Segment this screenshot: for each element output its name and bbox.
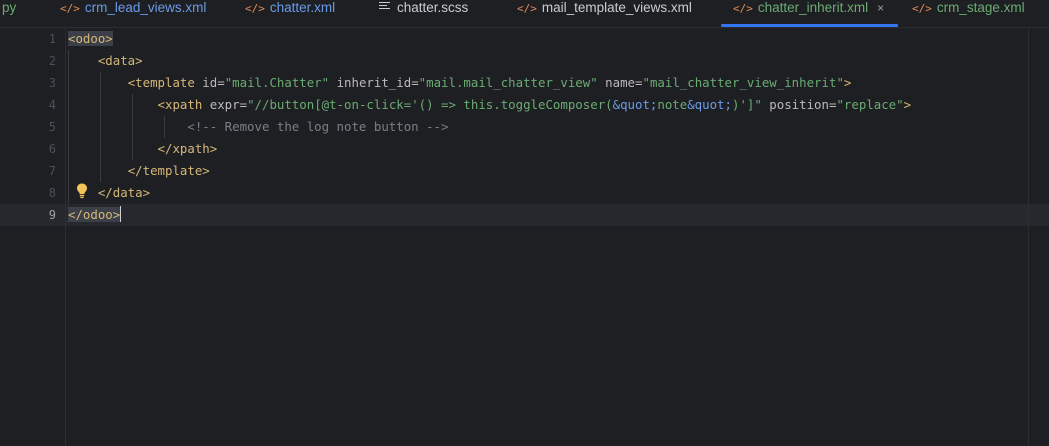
code-line-4[interactable]: <xpath expr="//button[@t-on-click='() =>… <box>68 94 912 116</box>
xml-attribute: expr= <box>209 97 248 112</box>
xml-tag: </odoo> <box>68 207 121 222</box>
xml-value: "replace" <box>836 97 904 112</box>
tab-chatter-scss[interactable]: chatter.scss <box>379 0 468 27</box>
xml-tag: > <box>903 97 912 112</box>
tab-label: chatter.xml <box>269 0 336 15</box>
tab-label: crm_lead_views.xml <box>84 0 207 15</box>
code-line-9[interactable]: </odoo> <box>68 204 122 226</box>
xml-value: "mail.mail_chatter_view" <box>418 75 598 90</box>
xml-tag: </xpath> <box>157 141 218 156</box>
editor-tab-bar: py </> crm_lead_views.xml </> chatter.xml … <box>0 0 1049 28</box>
xml-attribute: inherit_id= <box>336 75 419 90</box>
xml-tag: <xpath <box>157 97 203 112</box>
xml-value: "mail_chatter_view_inherit" <box>642 75 844 90</box>
code-brackets-icon: </> <box>245 2 265 15</box>
line-number: 5 <box>48 120 56 134</box>
close-icon[interactable]: × <box>877 1 884 15</box>
xml-value: "//button[@t-on-click='() => this.toggle… <box>247 97 613 112</box>
xml-tag: <template <box>127 75 195 90</box>
code-brackets-icon: </> <box>60 2 80 15</box>
xml-value: "mail.Chatter" <box>224 75 330 90</box>
line-number: 2 <box>48 54 56 68</box>
xml-value: note <box>657 97 688 112</box>
tab-crm-lead-views[interactable]: </> crm_lead_views.xml <box>60 0 206 27</box>
xml-tag: </data> <box>97 185 151 200</box>
tab-py[interactable]: py <box>2 0 16 27</box>
xml-tag: <odoo> <box>68 31 113 46</box>
lightbulb-icon[interactable] <box>75 182 89 200</box>
tab-label: chatter_inherit.xml <box>757 0 869 15</box>
xml-attribute: name= <box>605 75 643 90</box>
tab-chatter-inherit[interactable]: </> chatter_inherit.xml × <box>720 0 899 27</box>
line-number: 7 <box>48 164 56 178</box>
code-brackets-icon: </> <box>517 2 537 15</box>
xml-tag: > <box>843 75 852 90</box>
line-number: 6 <box>48 142 56 156</box>
code-line-3[interactable]: <template id="mail.Chatter" inherit_id="… <box>68 72 852 94</box>
code-line-5[interactable]: <!-- Remove the log note button --> <box>68 116 448 138</box>
text-lines-icon <box>379 2 390 11</box>
line-number: 3 <box>48 76 56 90</box>
line-number-current: 9 <box>48 208 56 222</box>
right-margin-guide <box>1028 28 1029 446</box>
tab-crm-stage[interactable]: </> crm_stage.xml <box>912 0 1025 27</box>
xml-comment: <!-- Remove the log note button --> <box>187 119 449 134</box>
code-brackets-icon: </> <box>733 2 753 15</box>
tab-mail-template-views[interactable]: </> mail_template_views.xml <box>517 0 692 27</box>
xml-value: )']" <box>731 97 762 112</box>
code-line-1[interactable]: <odoo> <box>68 28 113 50</box>
tab-label: chatter.scss <box>397 0 469 15</box>
code-line-2[interactable]: <data> <box>68 50 143 72</box>
line-number: 1 <box>48 32 56 46</box>
current-line-highlight <box>0 204 1049 226</box>
xml-entity: &quot; <box>612 97 658 112</box>
xml-tag: <data> <box>97 53 143 68</box>
code-brackets-icon: </> <box>912 2 932 15</box>
xml-attribute: id= <box>202 75 225 90</box>
xml-tag: </template> <box>127 163 210 178</box>
line-number: 4 <box>48 98 56 112</box>
tab-chatter-xml[interactable]: </> chatter.xml <box>245 0 335 27</box>
code-line-7[interactable]: </template> <box>68 160 210 182</box>
tab-label: py <box>2 0 17 15</box>
xml-entity: &quot; <box>687 97 732 112</box>
tab-label: mail_template_views.xml <box>541 0 692 15</box>
line-number-gutter[interactable]: 1 2 3 4 5 6 7 8 9 <box>0 28 66 446</box>
code-line-6[interactable]: </xpath> <box>68 138 218 160</box>
tab-label: crm_stage.xml <box>936 0 1025 15</box>
code-editor[interactable]: 1 2 3 4 5 6 7 8 9 <odoo> <data> <templat… <box>0 28 1049 446</box>
line-number: 8 <box>48 186 56 200</box>
xml-attribute: position= <box>769 97 837 112</box>
text-caret <box>120 206 122 222</box>
